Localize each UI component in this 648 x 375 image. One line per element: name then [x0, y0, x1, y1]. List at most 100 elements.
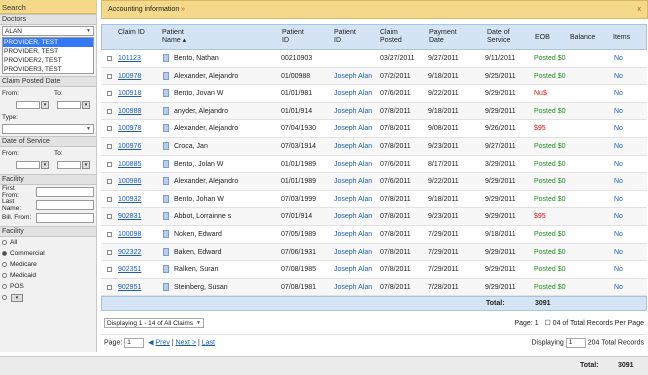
patient-doctor[interactable]: Joseph Alan: [334, 125, 372, 132]
table-row[interactable]: 100978 Alexander, Alejandro 01/00988 Joseph…: [101, 67, 647, 86]
col-items[interactable]: Items: [613, 34, 630, 42]
row-checkbox[interactable]: [107, 91, 112, 97]
col-date-of-service[interactable]: Date of Service: [487, 29, 527, 45]
from-date-input[interactable]: [16, 101, 40, 109]
patient-doctor[interactable]: Joseph Alan: [334, 108, 372, 115]
col-patient-id-2[interactable]: Patient ID: [334, 29, 364, 45]
radio-icon[interactable]: [2, 284, 7, 289]
patient-doctor[interactable]: Joseph Alan: [334, 284, 372, 291]
row-checkbox[interactable]: [107, 284, 112, 290]
patient-doctor[interactable]: Joseph Alan: [334, 90, 372, 97]
claim-id-link[interactable]: 902951: [118, 284, 141, 291]
table-row[interactable]: 100098 Noken, Edward 07/05/1989 Joseph Alan…: [101, 226, 647, 244]
radio-icon[interactable]: [2, 251, 7, 256]
row-checkbox[interactable]: [107, 249, 112, 255]
facility-option-commercial[interactable]: Commercial: [0, 248, 96, 259]
bill-from-input[interactable]: [36, 212, 94, 223]
doctor-select[interactable]: ALAN ▼: [2, 26, 94, 36]
row-checkbox[interactable]: [107, 179, 112, 185]
provider-option[interactable]: PROVIDER3, TEST: [3, 65, 93, 73]
items-value[interactable]: No: [614, 161, 623, 168]
claim-id-link[interactable]: 100988: [118, 108, 141, 115]
radio-icon[interactable]: [2, 295, 7, 300]
displaying-start-input[interactable]: 1: [565, 337, 586, 348]
row-checkbox[interactable]: [107, 126, 112, 132]
col-patient-name[interactable]: Patient Name ▴: [162, 29, 202, 45]
col-balance[interactable]: Balance: [570, 34, 595, 42]
row-checkbox[interactable]: [107, 267, 112, 273]
prev-link[interactable]: Prev: [155, 339, 169, 346]
items-value[interactable]: No: [614, 284, 623, 291]
first-from-input[interactable]: [36, 186, 94, 197]
patient-doctor[interactable]: Joseph Alan: [334, 196, 372, 203]
dropdown-icon[interactable]: ▾: [11, 293, 23, 302]
table-row[interactable]: 902831 Abbot, Lorrainne s 07/01/914 Joseph …: [101, 208, 647, 226]
claim-id-link[interactable]: 902351: [118, 266, 141, 273]
items-value[interactable]: No: [614, 125, 623, 132]
patient-doctor[interactable]: Joseph Alan: [334, 73, 372, 80]
patient-doctor[interactable]: Joseph Alan: [334, 143, 372, 150]
type-select[interactable]: ▼: [2, 124, 94, 134]
calendar-icon[interactable]: ▾: [82, 161, 90, 169]
table-row[interactable]: 902951 Steinberg, Susan 07/08/1981 Joseph A…: [101, 278, 647, 297]
calendar-icon[interactable]: ▾: [41, 101, 49, 109]
table-row[interactable]: 100986 Alexander, Alejandro 01/01/1989 Jose…: [101, 173, 647, 191]
items-value[interactable]: No: [614, 55, 623, 62]
to-date-input[interactable]: [57, 101, 81, 109]
prev-icon[interactable]: ◀: [148, 339, 153, 346]
claim-id-link[interactable]: 100976: [118, 143, 141, 150]
facility-other-row[interactable]: ▾: [0, 292, 96, 303]
patient-doctor[interactable]: Joseph Alan: [334, 249, 372, 256]
items-value[interactable]: No: [614, 178, 623, 185]
col-patient-id[interactable]: Patient ID: [282, 29, 312, 45]
claim-id-link[interactable]: 902322: [118, 249, 141, 256]
provider-option[interactable]: PROVIDER2, TEST: [3, 56, 93, 65]
records-per-page-icon[interactable]: ☐: [544, 320, 550, 327]
items-value[interactable]: No: [614, 196, 623, 203]
items-value[interactable]: No: [614, 213, 623, 220]
row-checkbox[interactable]: [107, 214, 112, 220]
last-link[interactable]: Last: [202, 339, 215, 346]
items-value[interactable]: No: [614, 231, 623, 238]
facility-option-medicare[interactable]: Medicare: [0, 259, 96, 270]
col-eob[interactable]: EOB: [535, 34, 550, 42]
col-claim-id[interactable]: Claim ID: [118, 29, 148, 37]
table-row[interactable]: 100932 Bento, Johan W 07/03/1999 Joseph Ala…: [101, 190, 647, 209]
claim-id-link[interactable]: 100918: [118, 90, 141, 97]
facility-option-pos[interactable]: POS: [0, 281, 96, 292]
table-row[interactable]: 100988 anyder, Alejandro 01/01/914 Joseph A…: [101, 102, 647, 121]
table-row[interactable]: 100976 Croca, Jan 07/03/1914 Joseph Alan 07/…: [101, 138, 647, 156]
items-value[interactable]: No: [614, 108, 623, 115]
claim-id-link[interactable]: 100978: [118, 125, 141, 132]
patient-doctor[interactable]: Joseph Alan: [334, 178, 372, 185]
radio-icon[interactable]: [2, 273, 7, 278]
display-select[interactable]: Displaying 1 - 14 of All Claims ▼: [104, 318, 204, 328]
calendar-icon[interactable]: ▾: [41, 161, 49, 169]
dos-from-input[interactable]: [16, 161, 40, 169]
table-row[interactable]: 902322 Baken, Edward 07/06/1931 Joseph Alan…: [101, 243, 647, 262]
patient-doctor[interactable]: Joseph Alan: [334, 161, 372, 168]
patient-doctor[interactable]: Joseph Alan: [334, 213, 372, 220]
table-row[interactable]: 902351 Ralken, Suran 07/08/1985 Joseph Alan…: [101, 261, 647, 279]
items-value[interactable]: No: [614, 90, 623, 97]
patient-doctor[interactable]: Joseph Alan: [334, 266, 372, 273]
last-name-input[interactable]: [36, 199, 94, 210]
next-link[interactable]: Next >: [176, 339, 196, 346]
table-row[interactable]: 101123 Bento, Nathan 00210903 03/27/2011 9/2…: [101, 50, 647, 68]
dos-to-input[interactable]: [57, 161, 81, 169]
items-value[interactable]: No: [614, 266, 623, 273]
row-checkbox[interactable]: [107, 196, 112, 202]
close-icon[interactable]: x: [638, 6, 642, 13]
row-checkbox[interactable]: [107, 56, 112, 61]
claim-id-link[interactable]: 902831: [118, 213, 141, 220]
claim-id-link[interactable]: 100885: [118, 161, 141, 168]
radio-icon[interactable]: [2, 262, 7, 267]
claim-id-link[interactable]: 100978: [118, 73, 141, 80]
provider-listbox[interactable]: PROVIDER, TEST PROVIDER, TEST PROVIDER2,…: [2, 37, 94, 74]
patient-doctor[interactable]: Joseph Alan: [334, 231, 372, 238]
radio-icon[interactable]: [2, 240, 7, 245]
facility-option-all[interactable]: All: [0, 237, 96, 248]
claim-id-link[interactable]: 100986: [118, 178, 141, 185]
items-value[interactable]: No: [614, 143, 623, 150]
chevron-right-icon[interactable]: »: [181, 6, 185, 13]
